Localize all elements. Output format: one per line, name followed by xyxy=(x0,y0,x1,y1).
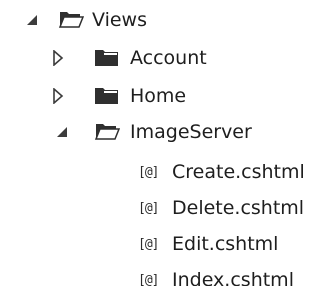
tree-node-label: Home xyxy=(130,85,187,107)
tree-node-imageserver[interactable]: ImageServer xyxy=(0,114,322,150)
expanded-arrow-icon[interactable] xyxy=(26,12,40,28)
tree-node-label: ImageServer xyxy=(130,121,252,143)
razor-file-icon: [@] xyxy=(138,165,159,180)
razor-file-icon: [@] xyxy=(138,237,159,252)
file-label: Index.cshtml xyxy=(172,269,294,286)
open-folder-icon xyxy=(94,124,120,140)
tree-node-home[interactable]: Home xyxy=(0,78,322,114)
solution-explorer-tree: Views Account Home ImageServer [@] Creat… xyxy=(0,0,322,286)
razor-file-icon: [@] xyxy=(138,201,159,216)
folder-icon xyxy=(95,88,118,104)
tree-file-delete[interactable]: [@] Delete.cshtml xyxy=(0,190,322,226)
tree-node-account[interactable]: Account xyxy=(0,40,322,76)
file-label: Create.cshtml xyxy=(172,161,305,183)
expanded-arrow-icon[interactable] xyxy=(56,124,70,140)
file-label: Edit.cshtml xyxy=(172,233,279,255)
tree-file-create[interactable]: [@] Create.cshtml xyxy=(0,154,322,190)
tree-file-edit[interactable]: [@] Edit.cshtml xyxy=(0,226,322,262)
tree-file-index[interactable]: [@] Index.cshtml xyxy=(0,262,322,286)
collapsed-arrow-icon[interactable] xyxy=(52,88,66,104)
tree-node-views[interactable]: Views xyxy=(0,2,322,38)
folder-icon xyxy=(95,50,118,66)
tree-node-label: Views xyxy=(92,9,147,31)
file-label: Delete.cshtml xyxy=(172,197,305,219)
razor-file-icon: [@] xyxy=(138,273,159,286)
collapsed-arrow-icon[interactable] xyxy=(52,50,66,66)
open-folder-icon xyxy=(58,12,84,28)
tree-node-label: Account xyxy=(130,47,207,69)
